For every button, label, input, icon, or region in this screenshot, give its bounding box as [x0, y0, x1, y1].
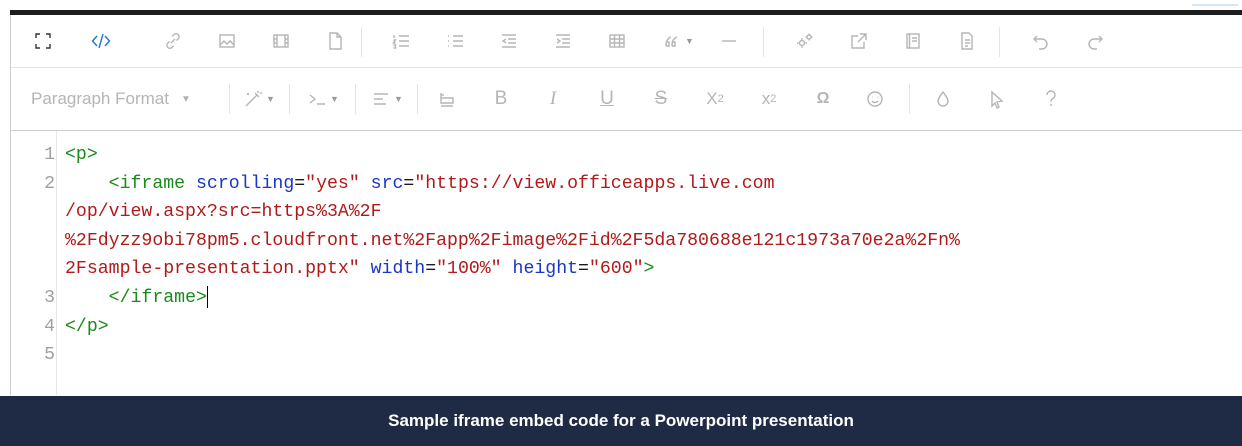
- horizontal-line-icon[interactable]: [711, 15, 747, 67]
- code-token: <p>: [65, 145, 98, 165]
- subscript-digit: 2: [717, 93, 724, 105]
- code-text: /op/view.aspx?src=https%3A%2F: [65, 200, 382, 225]
- paragraph-format-dropdown[interactable]: Paragraph Format ▼: [31, 68, 191, 130]
- chevron-down-icon: ▼: [330, 94, 339, 104]
- undo-icon[interactable]: [1023, 15, 1059, 67]
- code-token: height: [512, 259, 579, 280]
- toolbar-row-2: Paragraph Format ▼ ▼ ▼ ▼ B I U S X2 x2 Ω: [11, 68, 1242, 131]
- toolbar-divider: [361, 27, 362, 57]
- subscript-button[interactable]: X2: [697, 68, 733, 130]
- emoticon-icon[interactable]: [857, 68, 893, 130]
- magic-wand-icon[interactable]: ▼: [237, 68, 281, 130]
- code-token: =: [578, 259, 589, 280]
- code-token: "https://view.officeapps.live.com: [414, 173, 775, 194]
- link-icon[interactable]: [155, 15, 191, 67]
- code-token: 2Fsample-presentation.pptx": [65, 259, 360, 280]
- image-icon[interactable]: [209, 15, 245, 67]
- bold-button[interactable]: B: [483, 68, 519, 130]
- code-text: <p>: [65, 143, 98, 168]
- code-token: =: [403, 173, 415, 194]
- outdent-icon[interactable]: [491, 15, 527, 67]
- code-token: </iframe>: [108, 288, 207, 308]
- rich-text-editor: ▼ Paragraph Format ▼ ▼ ▼ ▼ B I U S X 2 x…: [10, 15, 1242, 395]
- color-drop-icon[interactable]: [925, 68, 961, 130]
- code-token: %2Fdyzz9obi78pm5.cloudfront.net%2Fapp%2F…: [65, 230, 960, 251]
- code-token: scrolling: [196, 173, 295, 194]
- code-token: </p>: [65, 316, 109, 337]
- fullscreen-icon[interactable]: [25, 15, 61, 67]
- code-editor[interactable]: 1 <p> 2 <iframe scrolling="yes" src="https…: [11, 131, 1242, 395]
- line-number: 3: [44, 288, 55, 308]
- code-text: </iframe>: [65, 286, 208, 311]
- toolbar-divider: [763, 27, 764, 57]
- external-link-icon[interactable]: [841, 15, 877, 67]
- code-text: </p>: [65, 315, 109, 340]
- code-text: <iframe scrolling="yes" src="https://vie…: [65, 172, 775, 197]
- code-token: width: [370, 259, 426, 280]
- line-number: 4: [44, 316, 55, 337]
- strikethrough-button[interactable]: S: [643, 68, 679, 130]
- line-number: 1: [44, 145, 55, 165]
- code-view-icon[interactable]: [83, 15, 119, 67]
- paragraph-format-label: Paragraph Format: [31, 89, 169, 108]
- template-icon[interactable]: [895, 15, 931, 67]
- underline-button[interactable]: U: [589, 68, 625, 130]
- document-icon[interactable]: [949, 15, 985, 67]
- toolbar-divider: [289, 84, 290, 114]
- code-token: "yes": [305, 173, 360, 194]
- indent-icon[interactable]: [545, 15, 581, 67]
- line-number: 5: [44, 345, 55, 366]
- select-pointer-icon[interactable]: [979, 68, 1015, 130]
- superscript-button[interactable]: x2: [751, 68, 787, 130]
- special-character-button[interactable]: Ω: [805, 68, 841, 130]
- toolbar-divider: [355, 84, 356, 114]
- chevron-down-icon: ▼: [180, 93, 191, 105]
- chevron-down-icon: ▼: [394, 94, 403, 104]
- code-insert-icon[interactable]: ▼: [297, 68, 349, 130]
- code-token: "100%": [436, 259, 502, 280]
- video-icon[interactable]: [263, 15, 299, 67]
- quote-icon[interactable]: ▼: [653, 15, 703, 67]
- help-icon[interactable]: [1033, 68, 1069, 130]
- code-text: 2Fsample-presentation.pptx" width="100%"…: [65, 257, 654, 282]
- chevron-down-icon: ▼: [266, 94, 275, 104]
- table-icon[interactable]: [599, 15, 635, 67]
- text-cursor: [206, 286, 208, 309]
- chevron-down-icon: ▼: [685, 36, 694, 46]
- toolbar-divider: [909, 84, 910, 114]
- toolbar-divider: [229, 84, 230, 114]
- toolbar-divider: [999, 27, 1000, 57]
- superscript-digit: 2: [770, 93, 777, 105]
- top-accent-line: [1192, 4, 1238, 6]
- unordered-list-icon[interactable]: [437, 15, 473, 67]
- align-icon[interactable]: ▼: [363, 68, 411, 130]
- italic-button[interactable]: I: [535, 68, 571, 130]
- code-token: <iframe: [108, 173, 186, 194]
- code-token: /op/view.aspx?src=https%3A%2F: [65, 202, 382, 223]
- file-icon[interactable]: [317, 15, 353, 67]
- code-text: %2Fdyzz9obi78pm5.cloudfront.net%2Fapp%2F…: [65, 229, 960, 254]
- toolbar-divider: [417, 84, 418, 114]
- code-token: =: [294, 173, 306, 194]
- code-token: "600": [588, 259, 644, 280]
- toolbar-row-1: ▼: [11, 15, 1242, 68]
- settings-icon[interactable]: [787, 15, 823, 67]
- code-token: src: [370, 173, 404, 194]
- ordered-list-icon[interactable]: [383, 15, 419, 67]
- code-token: =: [425, 259, 437, 280]
- line-number: 2: [44, 173, 55, 194]
- clear-format-icon[interactable]: [429, 68, 465, 130]
- caption-bar: Sample iframe embed code for a Powerpoin…: [0, 396, 1242, 446]
- caption-text: Sample iframe embed code for a Powerpoin…: [388, 411, 854, 430]
- superscript-letter: x: [761, 89, 771, 108]
- redo-icon[interactable]: [1077, 15, 1113, 67]
- code-token: >: [643, 259, 655, 280]
- subscript-letter: X: [706, 89, 718, 108]
